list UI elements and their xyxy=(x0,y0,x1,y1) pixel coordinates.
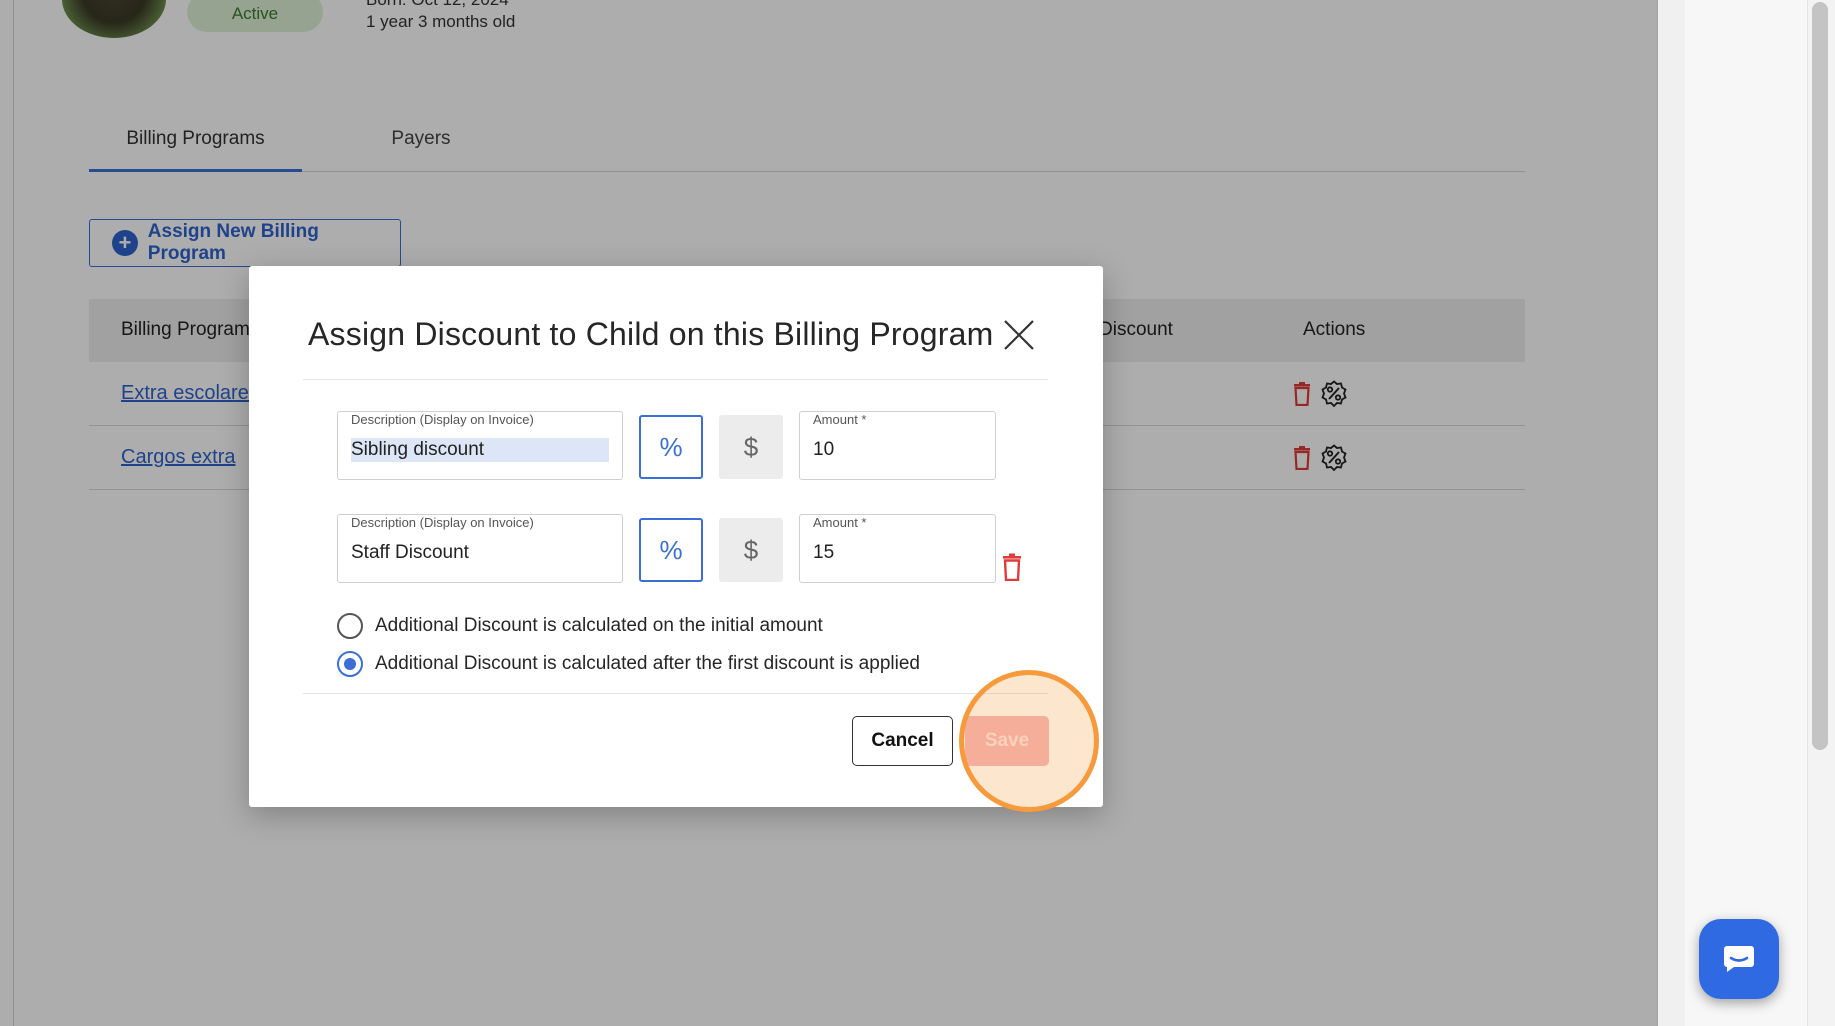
amount-field[interactable]: Amount * xyxy=(799,514,996,583)
amount-label: Amount * xyxy=(813,412,867,427)
calc-option-initial[interactable]: Additional Discount is calculated on the… xyxy=(337,613,823,639)
calc-option-label: Additional Discount is calculated after … xyxy=(375,653,920,674)
assign-discount-dialog: Assign Discount to Child on this Billing… xyxy=(249,266,1103,807)
percent-toggle[interactable]: % xyxy=(639,518,703,582)
description-field[interactable]: Description (Display on Invoice) xyxy=(337,514,623,583)
cancel-button[interactable]: Cancel xyxy=(852,716,953,766)
remove-discount-icon[interactable] xyxy=(1001,553,1023,581)
chat-launcher-button[interactable] xyxy=(1699,919,1779,999)
dialog-title: Assign Discount to Child on this Billing… xyxy=(308,316,994,352)
chat-bubble-icon xyxy=(1724,946,1754,972)
description-field[interactable]: Description (Display on Invoice) xyxy=(337,411,623,480)
calc-option-label: Additional Discount is calculated on the… xyxy=(375,615,823,636)
radio-button-selected[interactable] xyxy=(337,651,363,677)
description-label: Description (Display on Invoice) xyxy=(351,515,534,530)
calc-option-after-first[interactable]: Additional Discount is calculated after … xyxy=(337,651,920,677)
amount-input[interactable] xyxy=(813,438,983,462)
dialog-divider xyxy=(303,379,1048,380)
amount-input[interactable] xyxy=(813,541,983,565)
save-button[interactable]: Save xyxy=(965,716,1049,766)
amount-label: Amount * xyxy=(813,515,867,530)
right-gutter xyxy=(1657,0,1685,1026)
close-icon[interactable] xyxy=(1002,318,1036,352)
description-input[interactable] xyxy=(351,541,609,565)
description-label: Description (Display on Invoice) xyxy=(351,412,534,427)
right-side-panel xyxy=(1685,0,1807,1026)
dollar-toggle[interactable]: $ xyxy=(719,415,783,479)
percent-toggle[interactable]: % xyxy=(639,415,703,479)
scrollbar-thumb[interactable] xyxy=(1812,2,1828,750)
dollar-toggle[interactable]: $ xyxy=(719,518,783,582)
dialog-divider xyxy=(303,693,1048,694)
radio-button[interactable] xyxy=(337,613,363,639)
amount-field[interactable]: Amount * xyxy=(799,411,996,480)
description-input[interactable] xyxy=(351,438,609,462)
